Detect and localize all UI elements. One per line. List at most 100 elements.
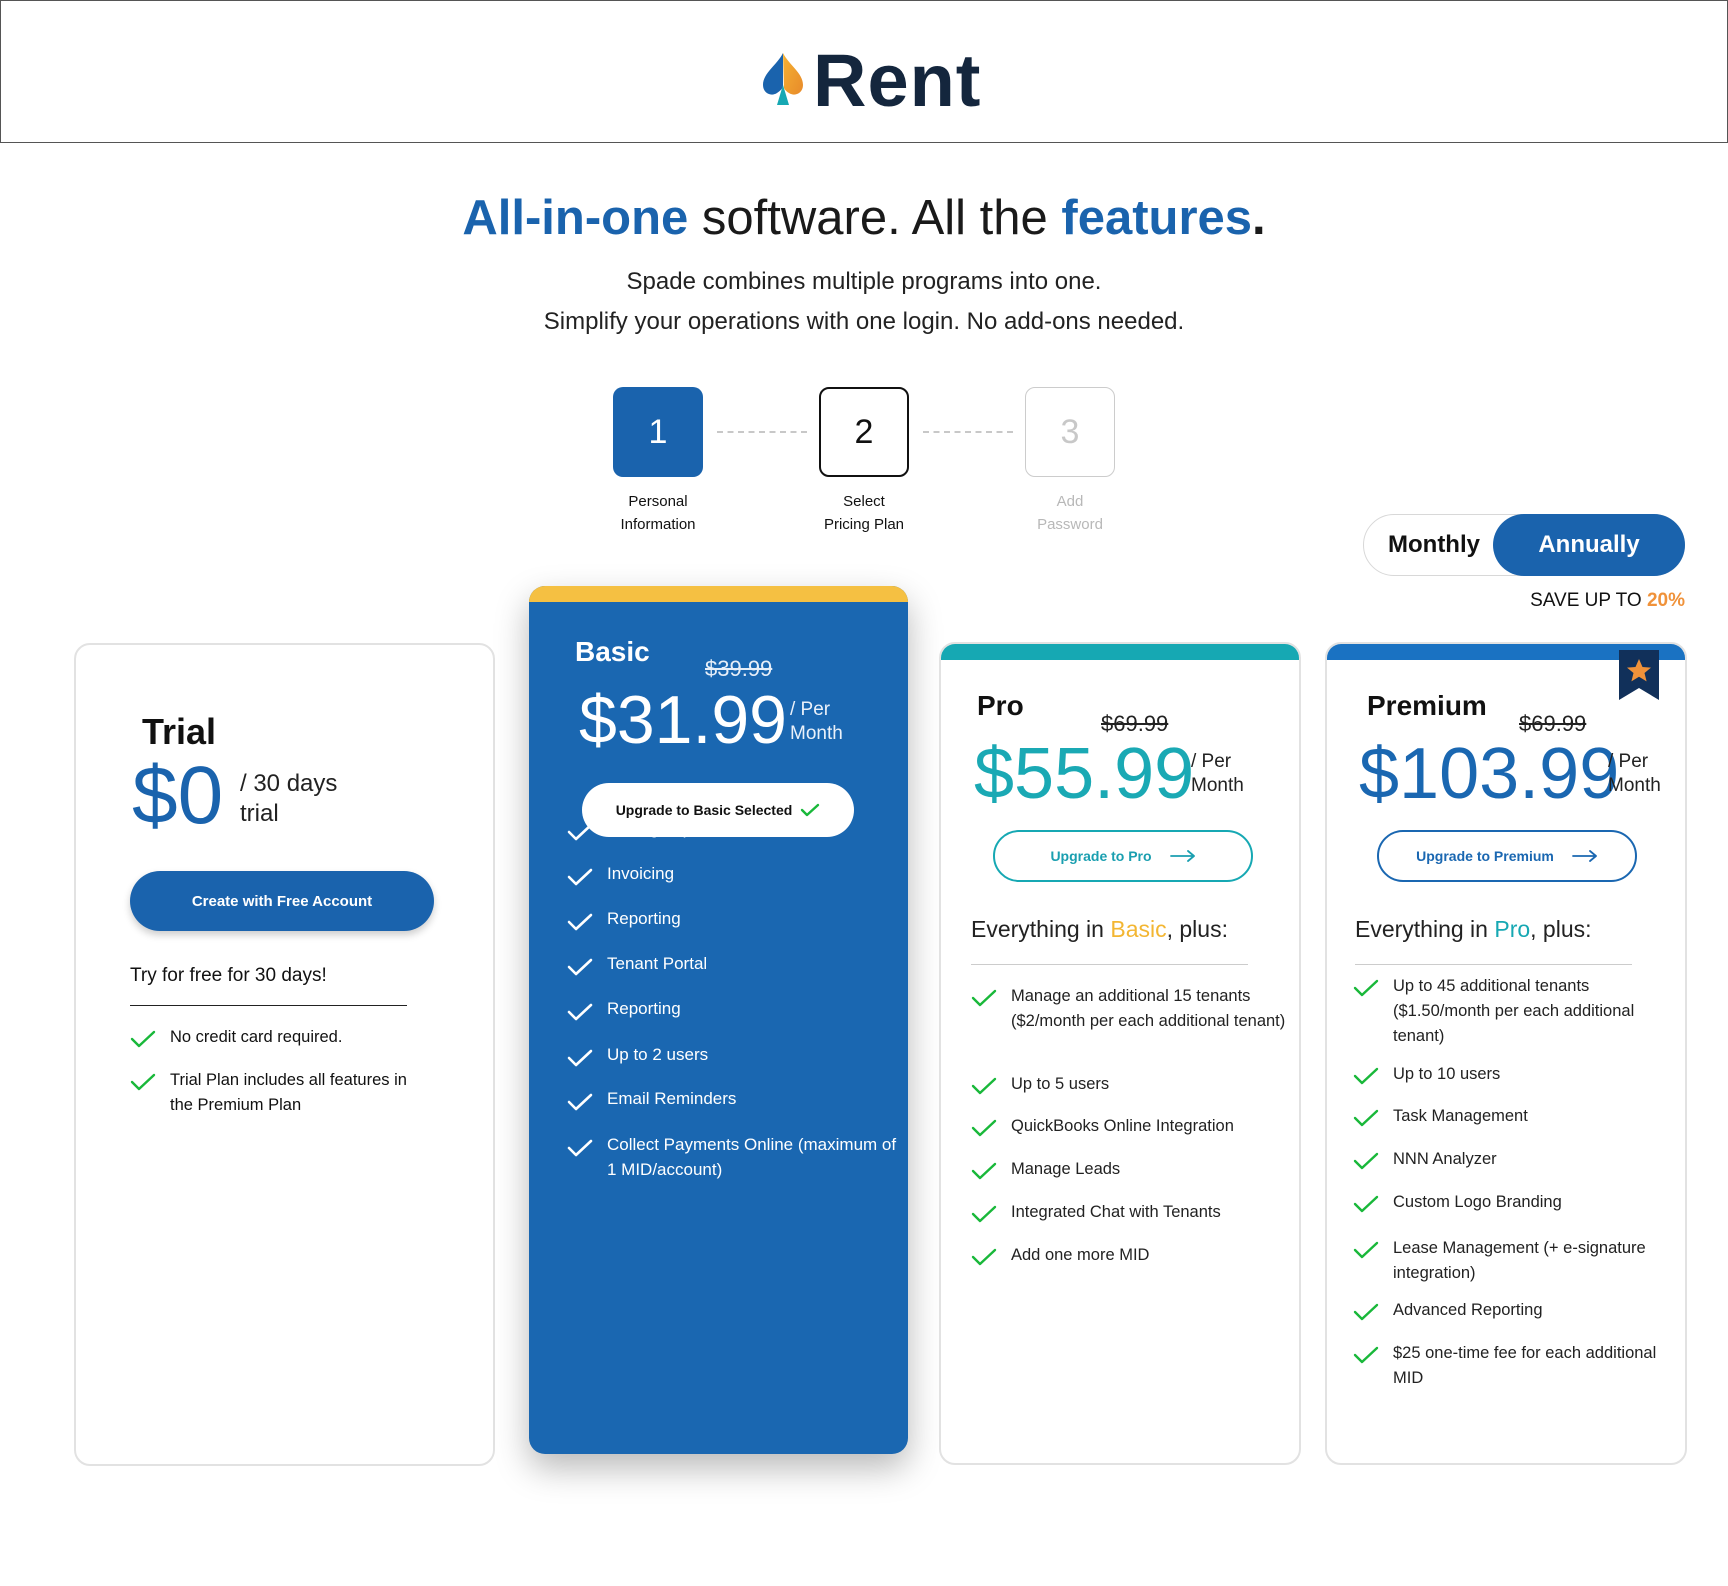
check-icon [1353, 1109, 1379, 1127]
check-icon [971, 1119, 997, 1137]
check-icon [1353, 1067, 1379, 1085]
divider [1355, 964, 1632, 965]
card-top-accent [529, 586, 908, 602]
check-icon [971, 1162, 997, 1180]
feature-text: Email Reminders [607, 1089, 737, 1108]
check-icon [1353, 1346, 1379, 1364]
step-1-personal-information[interactable]: 1 [613, 387, 703, 477]
feature-text: Up to 10 users [1393, 1065, 1501, 1083]
feature-text: Custom Logo Branding [1393, 1193, 1562, 1211]
check-icon [1353, 1241, 1379, 1259]
plan-period: / Per Month [790, 699, 843, 744]
upgrade-to-premium-button[interactable]: Upgrade to Premium [1377, 830, 1637, 882]
check-icon [130, 1030, 156, 1048]
plan-card-trial: Trial $0 / 30 days trial Create with Free… [74, 643, 495, 1466]
trial-note: Try for free for 30 days! [130, 965, 327, 986]
step-3-label: Add Password [1037, 493, 1103, 533]
hero-title-period: . [1252, 191, 1266, 245]
feature-text: NNN Analyzer [1393, 1150, 1497, 1168]
feature-text: Manage up to 5 tenants [607, 819, 786, 838]
check-icon [130, 1073, 156, 1091]
check-icon [971, 1077, 997, 1095]
step-2-label: Select Pricing Plan [823, 493, 905, 533]
check-icon [971, 1248, 997, 1266]
check-icon [567, 913, 593, 931]
upgrade-to-pro-button[interactable]: Upgrade to Pro [993, 830, 1253, 882]
feature-text: Reporting [607, 909, 681, 928]
plan-name: Pro [977, 690, 1024, 721]
feature-text: No credit card required. [170, 1028, 343, 1046]
hero-subtitle-line2: Simplify your operations with one login.… [543, 308, 1185, 335]
original-price: $39.99 [705, 656, 773, 681]
check-icon [1353, 1195, 1379, 1213]
plan-card-basic[interactable]: Basic $39.99 $31.99 / Per Month Upgrade t… [529, 586, 908, 1454]
hero-title-middle: software. All the [688, 191, 1062, 245]
plan-period: / 30 days trial [240, 770, 338, 827]
check-icon [1353, 1303, 1379, 1321]
check-icon [567, 1049, 593, 1067]
plan-card-pro[interactable]: Pro $69.99 $55.99 / Per Month Upgrade to … [939, 642, 1301, 1465]
feature-text: Up to 45 additional tenants ($1.50/month… [1393, 977, 1635, 1045]
plan-price: $0 [132, 750, 224, 841]
step-2-select-pricing-plan[interactable]: 2 [819, 387, 909, 477]
card-top-accent [941, 644, 1299, 660]
feature-text: Integrated Chat with Tenants [1011, 1203, 1221, 1221]
button-label: Upgrade to Pro [1050, 848, 1152, 864]
hero-subtitle-line1: Spade combines multiple programs into on… [626, 268, 1102, 295]
plan-price: $103.99 [1359, 734, 1620, 814]
plan-name: Premium [1367, 690, 1487, 721]
plan-price: $55.99 [974, 734, 1195, 814]
plan-name: Basic [575, 636, 650, 667]
everything-in-plus: Everything in Basic, plus: [971, 916, 1228, 942]
feature-text: Invoicing [607, 864, 675, 883]
plan-name: Trial [142, 711, 217, 752]
feature-text: $25 one-time fee for each additional MID [1393, 1344, 1657, 1387]
divider [971, 964, 1248, 965]
feature-text: Tenant Portal [607, 954, 708, 973]
check-icon [971, 1205, 997, 1223]
step-connector [717, 431, 807, 433]
check-icon [567, 958, 593, 976]
everything-in-plus: Everything in Pro, plus: [1355, 916, 1592, 942]
feature-text: Up to 5 users [1011, 1075, 1110, 1093]
hero-title: All-in-one software. All the features. [0, 190, 1728, 246]
check-icon [567, 1093, 593, 1111]
feature-text: Task Management [1393, 1107, 1528, 1125]
check-icon [1353, 1152, 1379, 1170]
check-icon [567, 1139, 593, 1157]
spade-logo-icon [763, 53, 803, 105]
check-icon [1353, 979, 1379, 997]
monthly-option[interactable]: Monthly [1364, 515, 1504, 574]
arrow-right-icon [1571, 850, 1597, 862]
feature-text: Collect Payments Online (maximum of 1 MI… [607, 1135, 897, 1179]
plan-card-premium[interactable]: Premium $69.99 $103.99 / Per Month Upgrad… [1325, 642, 1687, 1465]
feature-text: QuickBooks Online Integration [1011, 1117, 1234, 1135]
plan-period: / Per Month [1191, 751, 1244, 796]
step-3-add-password: 3 [1025, 387, 1115, 477]
feature-text: Trial Plan includes all features in the … [170, 1071, 407, 1114]
check-icon [567, 823, 593, 841]
button-label: Upgrade to Premium [1416, 848, 1554, 864]
brand-logo[interactable]: Rent [759, 41, 981, 121]
feature-text: Lease Management (+ e-signature integrat… [1393, 1239, 1646, 1282]
billing-period-toggle[interactable]: Monthly Annually [1363, 514, 1685, 576]
check-icon [971, 989, 997, 1007]
divider [130, 1005, 407, 1006]
feature-text: Reporting [607, 999, 681, 1018]
plan-price: $31.99 [579, 682, 787, 758]
create-free-account-button[interactable]: Create with Free Account [130, 871, 434, 931]
check-icon [801, 803, 820, 817]
brand-name: Rent [813, 39, 982, 122]
feature-text: Manage an additional 15 tenants ($2/mont… [1011, 987, 1286, 1030]
step-connector [923, 431, 1013, 433]
plan-period: / Per Month [1608, 751, 1661, 796]
feature-text: Manage Leads [1011, 1160, 1121, 1178]
check-icon [567, 1003, 593, 1021]
save-up-to-note: SAVE UP TO 20% [1530, 590, 1685, 611]
annually-option[interactable]: Annually [1493, 514, 1685, 576]
star-ribbon-icon [1619, 650, 1659, 700]
arrow-right-icon [1169, 850, 1195, 862]
top-header: Rent [0, 0, 1728, 143]
step-1-label: Personal Information [620, 493, 696, 533]
feature-text: Up to 2 users [607, 1045, 709, 1064]
